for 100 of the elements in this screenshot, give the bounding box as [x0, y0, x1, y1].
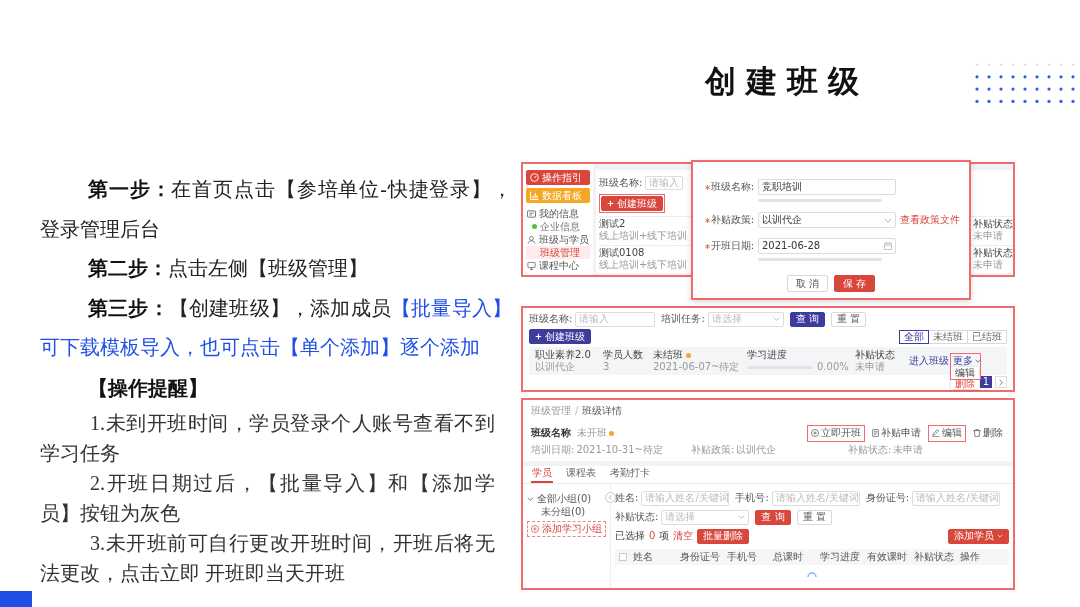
date-field[interactable]: 2021-06-28: [758, 238, 896, 254]
next-page-button[interactable]: [995, 376, 1007, 388]
tab[interactable]: 课程表: [565, 467, 597, 483]
subsidy-apply-button[interactable]: 补贴申请: [870, 426, 923, 440]
create-class-button[interactable]: 创建班级: [529, 329, 591, 344]
enter-class-link[interactable]: 进入班级: [909, 355, 949, 367]
sidebar-subitem[interactable]: 班级管理: [526, 246, 590, 259]
cell-value: 3: [603, 361, 611, 373]
clear-link[interactable]: 清空: [673, 530, 694, 542]
sidebar-item[interactable]: 我的信息: [526, 207, 590, 220]
field-label: 姓名:: [615, 492, 639, 504]
instruction-paragraph: 第三步：【创建班级】，添加成员【批量导入】可下载模板导入，也可点击【单个添加】逐个添加: [40, 295, 512, 360]
selection-unit: 项: [659, 530, 670, 542]
view-filter-tab[interactable]: 已结班: [967, 329, 1007, 344]
edit-button[interactable]: 编辑: [930, 426, 964, 440]
delete-button[interactable]: 删除: [971, 426, 1005, 440]
view-filter-tab[interactable]: 未结班: [928, 329, 968, 344]
field-label: 班级名称:: [599, 177, 643, 189]
caret-down-icon: [884, 217, 892, 223]
field-label: 补贴政策:: [710, 214, 754, 226]
status-text: 未开班: [577, 427, 607, 439]
info-value: 2021-10-31~待定: [576, 444, 663, 456]
column-header: 身份证号: [679, 551, 721, 563]
reminder-item: 3.未开班前可自行更改开班时间，开班后将无法更改，点击立即 开班即当天开班: [40, 530, 495, 586]
training-mode: 线上培训+线下培训: [599, 230, 689, 242]
page-button[interactable]: 1: [980, 376, 992, 388]
info-value: 未申请: [893, 444, 924, 456]
reset-button[interactable]: 重 置: [796, 509, 832, 525]
status-text: 未申请: [973, 230, 1004, 242]
save-button[interactable]: 保 存: [834, 275, 876, 292]
document-icon: [872, 429, 879, 437]
reminder-item: 2.开班日期过后，【批量导入】和【添加学员】按钮为灰色: [40, 470, 495, 526]
column-header: 手机号: [726, 551, 758, 563]
class-name: 职业素养2.0: [535, 349, 592, 361]
slide-title: 创建班级: [705, 62, 869, 100]
create-class-button[interactable]: 创建班级: [601, 196, 663, 211]
policy-file-link[interactable]: 查看政策文件: [900, 214, 960, 226]
group-tree-item[interactable]: 全部小组(0): [527, 492, 606, 505]
bar-chart-icon: [530, 191, 539, 200]
info-label: 培训日期:: [531, 444, 575, 456]
group-tree-item[interactable]: 未分组(0): [541, 505, 606, 518]
info-label: 补贴政策:: [691, 444, 735, 456]
status-text: 未申请: [973, 259, 1004, 271]
field-label: 班级名称:: [529, 313, 573, 325]
sidebar-button[interactable]: 操作指引: [526, 170, 590, 185]
search-button[interactable]: 查 询: [755, 509, 791, 525]
tab[interactable]: 学员: [531, 467, 553, 483]
date-range: 2021-06-07~待定: [653, 361, 741, 373]
training-mode: 线上培训+线下培训: [599, 259, 689, 271]
trash-icon: [973, 429, 981, 437]
caret-down-icon: [975, 359, 981, 363]
input-field[interactable]: 竞职培训: [758, 179, 896, 195]
add-group-button[interactable]: 添加学习小组: [527, 521, 606, 537]
more-dropdown-button[interactable]: 更多: [953, 355, 981, 367]
field-label: 补贴状态:: [615, 511, 659, 523]
pencil-icon: [932, 429, 940, 437]
select-all-checkbox[interactable]: [619, 553, 627, 561]
bulk-delete-button[interactable]: 批量删除: [697, 528, 750, 544]
menu-item[interactable]: 编辑: [951, 367, 979, 378]
tab[interactable]: 考勤打卡: [609, 467, 651, 483]
selection-label: 已选择: [615, 530, 645, 542]
search-button[interactable]: 查 询: [789, 311, 825, 327]
caret-down-icon: [738, 515, 746, 519]
column-label: 学习进度: [747, 349, 788, 361]
monitor-icon: [527, 261, 536, 270]
info-label: 补贴状态:: [848, 444, 892, 456]
field-label: 手机号:: [735, 492, 769, 504]
column-label: 补贴状态: [855, 349, 896, 361]
reminder-heading: 【操作提醒】: [87, 375, 209, 401]
plus-circle-icon: [811, 429, 819, 437]
sidebar-subitem[interactable]: 企业信息: [526, 220, 590, 233]
status-text: 未结班: [653, 349, 683, 361]
progress-reading: 0.00%: [817, 361, 849, 373]
breadcrumb-current: 班级详情: [582, 405, 623, 417]
view-filter-tab[interactable]: 全部: [899, 329, 929, 344]
field-label: 培训任务:: [661, 313, 705, 325]
add-student-button[interactable]: 添加学员: [948, 528, 1009, 544]
breadcrumb-separator: /: [575, 405, 579, 417]
reset-button[interactable]: 重 置: [830, 311, 867, 327]
sidebar-item[interactable]: 班级与学员: [526, 233, 590, 246]
class-name: 测试0108: [599, 247, 646, 259]
sidebar-item[interactable]: 课程中心: [526, 259, 590, 272]
collapse-toggle-icon: [605, 492, 616, 503]
start-class-button[interactable]: 立即开班: [809, 426, 863, 440]
field-label: 开班日期:: [710, 240, 754, 252]
cancel-button[interactable]: 取 消: [786, 275, 828, 292]
corner-accent-bar: [0, 591, 32, 607]
column-header: 姓名: [633, 551, 654, 563]
reminder-item: 1.未到开班时间，学员登录个人账号查看不到学习任务: [40, 410, 495, 466]
plus-icon: [607, 200, 614, 207]
selected-count: 0: [649, 530, 656, 542]
status-text: 未申请: [855, 361, 886, 373]
column-header: 总课时: [773, 551, 805, 563]
column-label: 补贴状态: [973, 218, 1013, 230]
policy-text: 以训代企: [535, 361, 576, 373]
column-header: 学习进度: [820, 551, 861, 563]
field-label: 身份证号:: [865, 492, 910, 504]
select-field[interactable]: 以训代企: [758, 212, 896, 228]
info-value: 以训代企: [736, 444, 777, 456]
column-label: 补贴状态: [973, 247, 1013, 259]
